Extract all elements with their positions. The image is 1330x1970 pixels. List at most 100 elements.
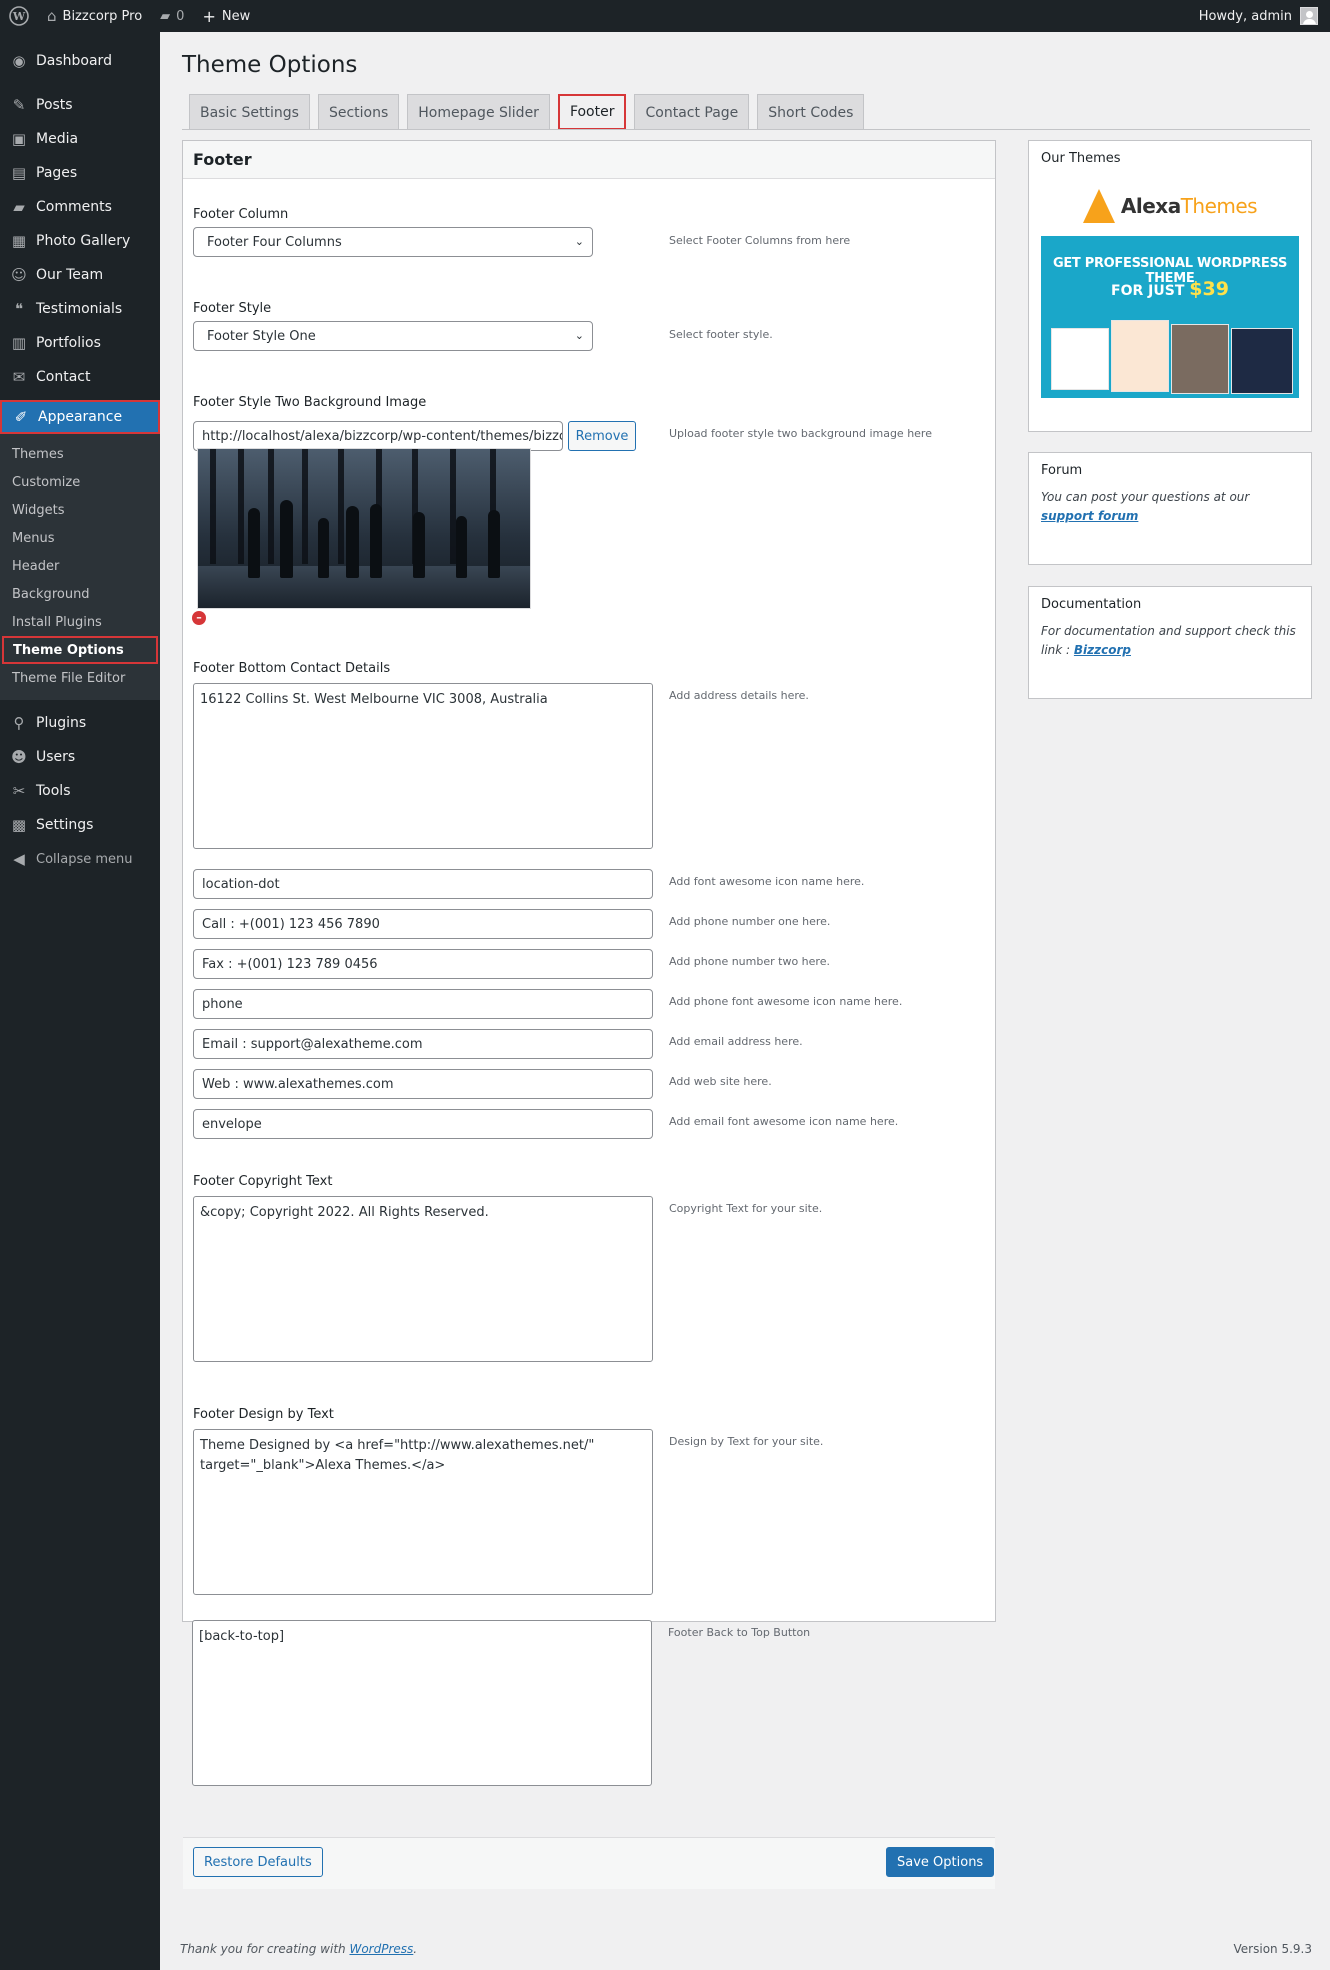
submenu-menus[interactable]: Menus	[0, 524, 160, 552]
location-icon-input[interactable]: location-dot	[193, 869, 653, 899]
background-image-preview	[197, 448, 531, 609]
plus-icon: +	[202, 6, 216, 26]
tab-footer[interactable]: Footer	[557, 94, 627, 130]
phone-two-input[interactable]: Fax : +(001) 123 789 0456	[193, 949, 653, 979]
footer-column-value: Footer Four Columns	[207, 234, 342, 250]
bizzcorp-docs-link[interactable]: Bizzcorp	[1074, 643, 1131, 657]
logo-triangle-icon	[1082, 189, 1115, 223]
theme-screenshot	[1051, 328, 1109, 390]
bg-image-url-input[interactable]: http://localhost/alexa/bizzcorp/wp-conte…	[193, 421, 563, 451]
location-icon-help: Add font awesome icon name here.	[669, 875, 865, 888]
collapse-menu[interactable]: ◀ Collapse menu	[0, 842, 160, 876]
sidebar-item-label: Contact	[36, 369, 91, 385]
tab-divider	[182, 129, 1310, 130]
forum-body: You can post your questions at our suppo…	[1029, 488, 1311, 538]
email-help: Add email address here.	[669, 1035, 803, 1048]
back-to-top-textarea[interactable]: [back-to-top]	[192, 1620, 652, 1786]
website-input[interactable]: Web : www.alexathemes.com	[193, 1069, 653, 1099]
sidebar-item-comments[interactable]: ▰ Comments	[0, 190, 160, 224]
copyright-help: Copyright Text for your site.	[669, 1202, 823, 1215]
sidebar-item-label: Photo Gallery	[36, 233, 131, 249]
phone-icon-input[interactable]: phone	[193, 989, 653, 1019]
site-name-link[interactable]: ⌂ Bizzcorp Pro	[38, 0, 151, 32]
submenu-theme-file-editor[interactable]: Theme File Editor	[0, 664, 160, 692]
sidebar-item-testimonials[interactable]: ❝ Testimonials	[0, 292, 160, 326]
design-by-label: Footer Design by Text	[193, 1407, 334, 1422]
phone-one-input[interactable]: Call : +(001) 123 456 7890	[193, 909, 653, 939]
alexa-themes-promo[interactable]: AlexaThemes GET PROFESSIONAL WORDPRESS T…	[1041, 176, 1299, 398]
footer-style-value: Footer Style One	[207, 328, 316, 344]
sidebar-item-label: Tools	[36, 783, 71, 799]
collapse-icon: ◀	[13, 850, 25, 868]
sidebar-item-users[interactable]: ☻ Users	[0, 740, 160, 774]
sidebar-item-photo-gallery[interactable]: ▦ Photo Gallery	[0, 224, 160, 258]
email-input[interactable]: Email : support@alexatheme.com	[193, 1029, 653, 1059]
sidebar-item-label: Dashboard	[36, 53, 112, 69]
quote-icon: ❝	[14, 300, 24, 318]
sidebar-item-settings[interactable]: ▩ Settings	[0, 808, 160, 842]
email-icon-input[interactable]: envelope	[193, 1109, 653, 1139]
admin-bar: W ⌂ Bizzcorp Pro ▰ 0 + New Howdy, admin	[0, 0, 1330, 32]
sidebar-item-posts[interactable]: ✎ Posts	[0, 88, 160, 122]
my-account[interactable]: Howdy, admin	[1199, 7, 1330, 25]
logo-text-b: Themes	[1180, 194, 1258, 218]
plugin-icon: ⚲	[13, 714, 25, 732]
sidebar-item-our-team[interactable]: ☺ Our Team	[0, 258, 160, 292]
submenu-background[interactable]: Background	[0, 580, 160, 608]
design-by-textarea[interactable]: Theme Designed by <a href="http://www.al…	[193, 1429, 653, 1595]
comments-count: 0	[176, 8, 185, 24]
sidebar-item-plugins[interactable]: ⚲ Plugins	[0, 706, 160, 740]
tab-sections[interactable]: Sections	[317, 94, 400, 130]
sidebar-item-label: Collapse menu	[36, 851, 133, 867]
home-icon: ⌂	[47, 7, 57, 25]
new-content-link[interactable]: + New	[193, 0, 259, 32]
wordpress-logo[interactable]: W	[0, 0, 38, 32]
sidebar-item-tools[interactable]: ✂ Tools	[0, 774, 160, 808]
sidebar-item-label: Settings	[36, 817, 94, 833]
sidebar-item-dashboard[interactable]: ◉ Dashboard	[0, 44, 160, 78]
footer-style-select[interactable]: Footer Style One ⌄	[193, 321, 593, 351]
tab-contact-page[interactable]: Contact Page	[634, 94, 750, 130]
submenu-themes[interactable]: Themes	[0, 440, 160, 468]
sidebar-item-pages[interactable]: ▤ Pages	[0, 156, 160, 190]
remove-image-button[interactable]: Remove	[568, 421, 636, 451]
comments-link[interactable]: ▰ 0	[151, 0, 193, 32]
admin-sidebar: ◉ Dashboard ✎ Posts ▣ Media ▤ Pages ▰ Comment…	[0, 32, 168, 1970]
our-themes-title: Our Themes	[1041, 151, 1121, 166]
submenu-install-plugins[interactable]: Install Plugins	[0, 608, 160, 636]
theme-screenshot	[1231, 328, 1293, 394]
copyright-textarea[interactable]: &copy; Copyright 2022. All Rights Reserv…	[193, 1196, 653, 1362]
remove-image-icon[interactable]: –	[192, 611, 206, 625]
tab-bar: Basic Settings Sections Homepage Slider …	[189, 94, 865, 130]
svg-text:W: W	[12, 10, 26, 23]
comment-icon: ▰	[13, 198, 25, 216]
brush-icon: ✐	[14, 408, 28, 426]
tab-short-codes[interactable]: Short Codes	[757, 94, 865, 130]
documentation-body: For documentation and support check this…	[1029, 622, 1311, 672]
design-by-help: Design by Text for your site.	[669, 1435, 824, 1448]
sidebar-item-appearance[interactable]: ✐ Appearance	[0, 400, 168, 434]
forum-widget: Forum You can post your questions at our…	[1028, 452, 1312, 565]
footer-column-select[interactable]: Footer Four Columns ⌄	[193, 227, 593, 257]
save-options-button[interactable]: Save Options	[886, 1847, 995, 1877]
wordpress-link[interactable]: WordPress	[349, 1942, 413, 1956]
tab-homepage-slider[interactable]: Homepage Slider	[407, 94, 550, 130]
footer-options-panel: Footer Footer Column Footer Four Columns…	[182, 140, 996, 1622]
submenu-customize[interactable]: Customize	[0, 468, 160, 496]
copyright-label: Footer Copyright Text	[193, 1174, 333, 1189]
back-to-top-help: Footer Back to Top Button	[668, 1626, 811, 1639]
logo-text: AlexaThemes	[1121, 194, 1258, 218]
sidebar-item-contact[interactable]: ✉ Contact	[0, 360, 160, 394]
footer-style-label: Footer Style	[193, 301, 272, 316]
restore-defaults-button[interactable]: Restore Defaults	[193, 1847, 323, 1877]
submenu-theme-options[interactable]: Theme Options	[2, 636, 158, 664]
page-title: Theme Options	[182, 52, 358, 78]
sidebar-item-media[interactable]: ▣ Media	[0, 122, 160, 156]
support-forum-link[interactable]: support forum	[1041, 509, 1138, 523]
tab-basic-settings[interactable]: Basic Settings	[189, 94, 310, 130]
sidebar-item-label: Appearance	[38, 409, 123, 425]
submenu-header[interactable]: Header	[0, 552, 160, 580]
submenu-widgets[interactable]: Widgets	[0, 496, 160, 524]
address-textarea[interactable]: 16122 Collins St. West Melbourne VIC 300…	[193, 683, 653, 849]
sidebar-item-portfolios[interactable]: ▥ Portfolios	[0, 326, 160, 360]
